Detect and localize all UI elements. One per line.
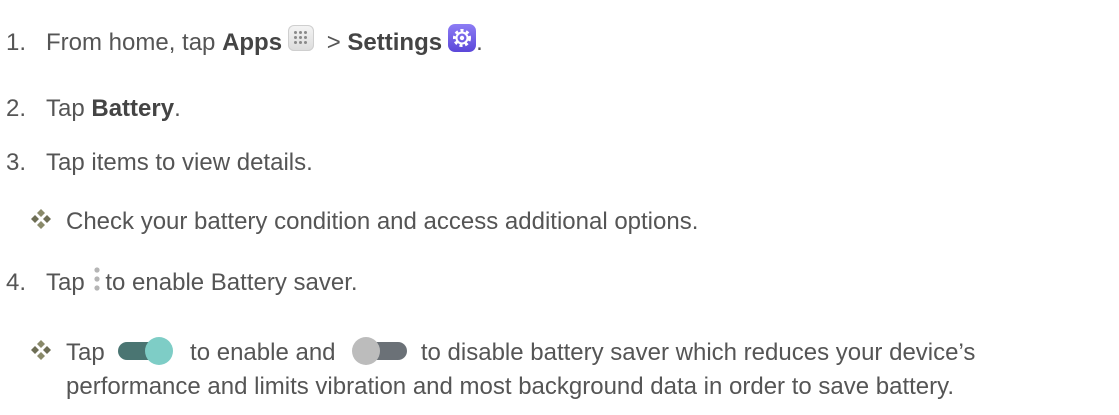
bullet-text: Tap xyxy=(66,339,112,366)
apps-label: Apps xyxy=(222,29,283,56)
step-3: 3. Tap items to view details. xyxy=(6,148,313,178)
more-options-icon xyxy=(93,265,101,295)
step-1: 1. From home, tap Apps > Settings . xyxy=(6,23,483,58)
step-4: 4. Tap to enable Battery saver. xyxy=(6,265,358,299)
separator: > xyxy=(320,29,348,56)
step-text: Tap xyxy=(46,269,92,296)
diamond-bullet-icon xyxy=(30,339,52,361)
step-number: 3. xyxy=(6,149,27,176)
period: . xyxy=(476,29,483,56)
diamond-bullet-icon xyxy=(30,208,52,230)
period: . xyxy=(174,95,181,122)
toggle-on-icon xyxy=(116,336,178,366)
step-text: From home, tap xyxy=(46,29,223,56)
bullet-1: Check your battery condition and access … xyxy=(30,207,698,237)
bullet-2-continuation: performance and limits vibration and mos… xyxy=(66,372,954,402)
step-text-end: to enable Battery saver. xyxy=(105,269,358,296)
battery-label: Battery xyxy=(91,95,175,122)
toggle-off-icon xyxy=(347,336,409,366)
bullet-text-mid: to enable and xyxy=(183,339,343,366)
bullet-text-continuation: performance and limits vibration and mos… xyxy=(66,373,955,400)
apps-icon xyxy=(288,24,315,51)
bullet-text: Check your battery condition and access … xyxy=(66,208,699,235)
bullet-2: Tap to enable and to disable battery sav… xyxy=(30,336,976,369)
step-2: 2. Tap Battery. xyxy=(6,94,181,124)
settings-label: Settings xyxy=(347,29,443,56)
step-number: 2. xyxy=(6,95,27,122)
step-number: 1. xyxy=(6,29,27,56)
step-text: Tap xyxy=(46,95,92,122)
step-text: Tap items to view details. xyxy=(46,149,313,176)
bullet-text-end: to disable battery saver which reduces y… xyxy=(414,339,976,366)
settings-gear-icon xyxy=(448,23,477,52)
step-number: 4. xyxy=(6,269,27,296)
